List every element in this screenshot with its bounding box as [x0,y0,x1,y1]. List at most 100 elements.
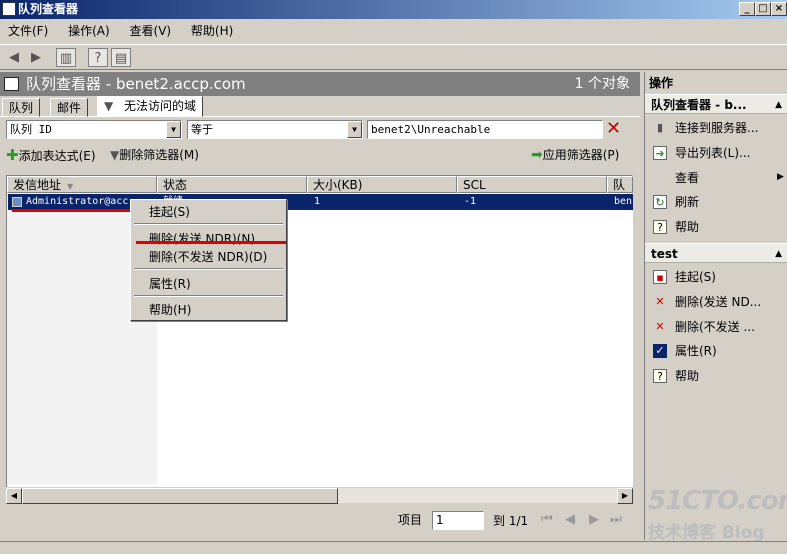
scroll-right-icon[interactable]: ▶ [617,488,633,504]
menu-item-suspend[interactable]: 挂起(S) [149,204,190,220]
action-view[interactable]: 查看 [675,170,699,186]
apply-filter-label: 应用筛选器(P) [542,148,620,162]
back-icon[interactable]: ◀ [4,48,24,67]
maximize-button[interactable]: □ [755,2,771,16]
help-icon: ? [653,369,667,383]
help-icon[interactable]: ? [88,48,108,67]
suspend-icon: ▪ [653,270,667,284]
menu-help[interactable]: 帮助(H) [183,20,241,42]
remove-filter-label: 删除筛选器(M) [119,148,199,162]
actions-section-queue-viewer[interactable]: 队列查看器 - b... ▲ [645,94,787,114]
action-remove-with-ndr[interactable]: 删除(发送 ND... [675,294,761,310]
message-list[interactable]: 发信地址 ▼ 状态 大小(KB) SCL 队列 Administrator@acc… [6,175,633,489]
app-icon [2,2,16,16]
menu-bar: 文件(F) 操作(A) 查看(V) 帮助(H) [0,20,787,42]
menu-action[interactable]: 操作(A) [60,20,118,42]
action-export-list[interactable]: 导出列表(L)... [675,145,751,161]
refresh-icon: ↻ [653,195,667,209]
column-size[interactable]: 大小(KB) [307,176,457,193]
title-bar: 队列查看器 _ □ × [0,0,787,19]
window-title: 队列查看器 [18,2,79,16]
toolbar: ◀ ▶ ▥ ? ▤ [0,44,787,70]
object-count: 1 个对象 [574,76,630,92]
action-suspend[interactable]: 挂起(S) [675,269,716,285]
menu-file[interactable]: 文件(F) [0,20,56,42]
column-from-label: 发信地址 [13,178,62,192]
action-connect-server[interactable]: 连接到服务器... [675,120,758,136]
delete-ndr-icon: ✕ [655,295,665,308]
actions-pane: 操作 队列查看器 - b... ▲ ▮ 连接到服务器... ➜ 导出列表(L)..… [644,72,787,540]
page-total: 到 1/1 [493,514,529,528]
cell-scl: -1 [464,196,477,207]
menu-separator [134,295,283,297]
scroll-left-icon[interactable]: ◀ [6,488,22,504]
filter-operator-select[interactable]: 等于 ▼ [187,120,363,139]
column-queue[interactable]: 队列 [607,176,633,193]
apply-filter-button[interactable]: ➡应用筛选器(P) [531,146,619,164]
delete-no-ndr-icon: ✕ [655,320,665,333]
add-expression-button[interactable]: ✚添加表达式(E) [6,146,96,165]
action-help-test[interactable]: 帮助 [675,368,699,384]
action-remove-without-ndr[interactable]: 删除(不发送 ... [675,319,755,335]
forward-icon[interactable]: ▶ [26,48,46,67]
annotation-underline-from [12,209,136,212]
apply-arrow-icon: ➡ [531,147,543,163]
pager-label: 项目 [398,513,423,527]
annotation-underline-remove [136,241,286,244]
filter-value-text: benet2\Unreachable [371,123,491,136]
filter-value-input[interactable]: benet2\Unreachable [367,120,603,139]
properties-check-icon: ✓ [653,344,667,358]
column-scl[interactable]: SCL [457,176,607,193]
section2-title: test [651,247,678,261]
add-expression-label: 添加表达式(E) [18,149,96,163]
filter-remove-icon: ▼ [110,148,120,162]
prev-page-icon[interactable]: ◀ [565,512,575,527]
filter-field-select[interactable]: 队列 ID ▼ [6,120,182,139]
action-properties[interactable]: 属性(R) [675,343,717,359]
actions-title: 操作 [649,76,674,90]
menu-item-remove-without-ndr[interactable]: 删除(不发送 NDR)(D) [149,249,267,265]
cell-from: Administrator@acc [26,196,129,207]
table-row[interactable]: Administrator@acc 就绪 1 -1 ben [8,194,633,210]
close-button[interactable]: × [771,2,787,16]
sort-arrow-icon: ▼ [67,182,74,191]
action-help[interactable]: 帮助 [675,219,699,235]
section1-title: 队列查看器 - b... [651,98,747,112]
minimize-button[interactable]: _ [739,2,755,16]
help-icon: ? [653,220,667,234]
column-from[interactable]: 发信地址 ▼ [7,176,157,193]
watermark-caption: 技术博客 Blog [648,523,765,543]
connect-server-icon: ▮ [656,121,664,134]
queue-viewer-icon [4,77,19,91]
message-icon [12,197,22,207]
export-list-icon: ➜ [653,146,667,160]
console-tree-icon[interactable]: ▥ [56,48,76,67]
actions-section-test[interactable]: test ▲ [645,243,787,263]
tab-messages[interactable]: 邮件 [50,98,89,117]
panel-title: 队列查看器 - benet2.accp.com [26,75,246,93]
page-input[interactable]: 1 [432,511,484,530]
tab-queues[interactable]: 队列 [2,98,41,117]
collapse-up-icon[interactable]: ▲ [775,95,782,115]
next-page-icon[interactable]: ▶ [589,512,599,527]
tab-unreachable-domain[interactable]: ▼ 无法访问的域 [97,96,204,117]
horizontal-scrollbar[interactable]: ◀ ▶ [6,487,633,504]
remove-expression-icon[interactable]: ✕ [606,120,621,138]
last-page-icon[interactable]: ⏭ [610,512,622,527]
first-page-icon[interactable]: ⏮ [541,512,553,527]
collapse-up-icon[interactable]: ▲ [775,244,782,264]
filter-icon: ▼ [104,99,114,113]
menu-item-properties[interactable]: 属性(R) [149,276,191,292]
menu-separator [134,223,283,225]
menu-view[interactable]: 查看(V) [122,20,180,42]
remove-filter-button[interactable]: ▼删除筛选器(M) [110,146,199,164]
chevron-down-icon[interactable]: ▼ [166,121,181,138]
action-refresh[interactable]: 刷新 [675,194,699,210]
menu-item-help[interactable]: 帮助(H) [149,302,191,318]
chevron-down-icon[interactable]: ▼ [347,121,362,138]
scroll-thumb[interactable] [22,488,338,504]
status-bar [0,541,787,554]
menu-item-remove-with-ndr[interactable]: 删除(发送 NDR)(N) [149,231,255,247]
column-status[interactable]: 状态 [157,176,307,193]
action-pane-icon[interactable]: ▤ [111,48,131,67]
